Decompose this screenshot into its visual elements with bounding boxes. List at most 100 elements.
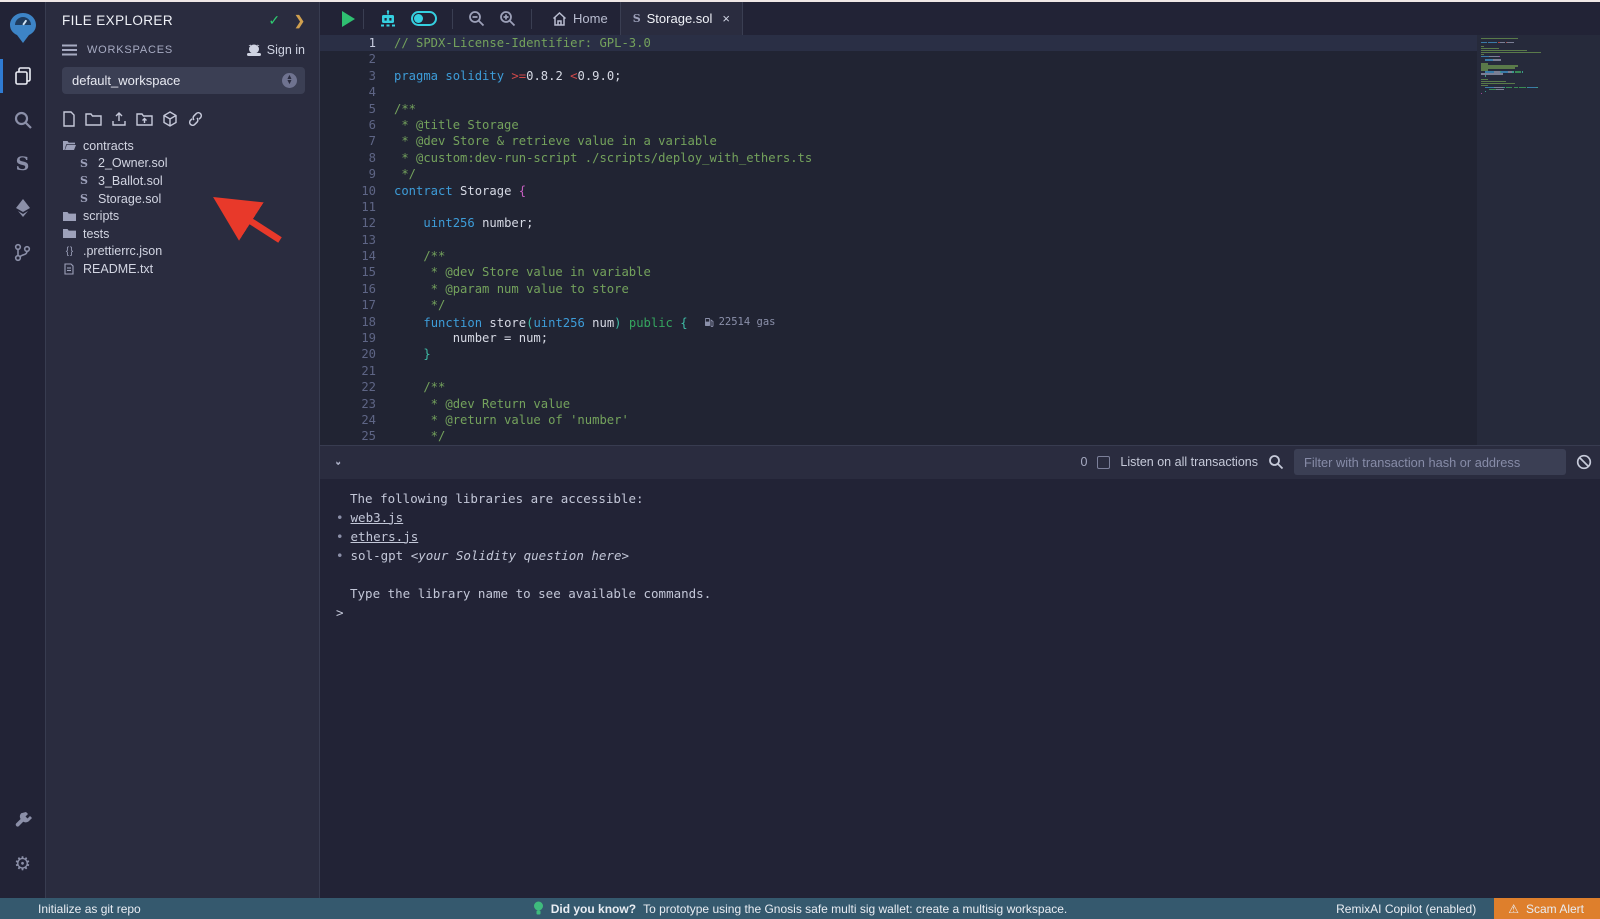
line-number[interactable]: 11 — [320, 199, 376, 215]
code-line-4[interactable]: 4 — [320, 84, 1477, 100]
line-number[interactable]: 19 — [320, 330, 376, 346]
upload-folder-icon[interactable] — [136, 111, 153, 127]
close-tab-icon[interactable]: × — [722, 11, 730, 26]
code-line-7[interactable]: 7 * @dev Store & retrieve value in a var… — [320, 133, 1477, 149]
tab-storage-sol[interactable]: S Storage.sol × — [620, 2, 743, 35]
search-icon[interactable] — [0, 98, 46, 142]
line-number[interactable]: 7 — [320, 133, 376, 149]
library-link[interactable]: web3.js — [351, 510, 404, 525]
tree-item--prettierrc-json[interactable]: { }.prettierrc.json — [46, 243, 319, 261]
code-line-17[interactable]: 17 */ — [320, 297, 1477, 313]
line-number[interactable]: 22 — [320, 379, 376, 395]
code-line-20[interactable]: 20 } — [320, 346, 1477, 362]
scam-alert-button[interactable]: ⚠ Scam Alert — [1494, 898, 1600, 919]
code-line-25[interactable]: 25 */ — [320, 428, 1477, 444]
sign-in-button[interactable]: Sign in — [246, 43, 305, 57]
line-number[interactable]: 9 — [320, 166, 376, 182]
code-line-3[interactable]: 3pragma solidity >=0.8.2 <0.9.0; — [320, 68, 1477, 84]
line-number[interactable]: 4 — [320, 84, 376, 100]
code-line-10[interactable]: 10contract Storage { — [320, 183, 1477, 199]
line-number[interactable]: 24 — [320, 412, 376, 428]
upload-file-icon[interactable] — [111, 111, 127, 127]
tree-item-2-owner-sol[interactable]: S2_Owner.sol — [46, 155, 319, 173]
code-line-11[interactable]: 11 — [320, 199, 1477, 215]
settings-gear-icon[interactable]: ⚙ — [0, 842, 46, 886]
new-folder-icon[interactable] — [85, 111, 102, 127]
library-link[interactable]: ethers.js — [351, 529, 419, 544]
line-number[interactable]: 15 — [320, 264, 376, 280]
workspace-select[interactable]: default_workspace ▲▼ — [62, 67, 305, 94]
line-number[interactable]: 14 — [320, 248, 376, 264]
line-number[interactable]: 1 — [320, 35, 376, 51]
line-number[interactable]: 23 — [320, 396, 376, 412]
line-number[interactable]: 6 — [320, 117, 376, 133]
tree-item-3-ballot-sol[interactable]: S3_Ballot.sol — [46, 172, 319, 190]
code-line-5[interactable]: 5/** — [320, 101, 1477, 117]
code-line-2[interactable]: 2 — [320, 51, 1477, 67]
code-lines[interactable]: 1// SPDX-License-Identifier: GPL-3.023pr… — [320, 35, 1477, 445]
plugin-manager-icon[interactable] — [0, 798, 46, 842]
line-number[interactable]: 21 — [320, 363, 376, 379]
tab-home[interactable]: Home — [540, 2, 620, 35]
line-number[interactable]: 12 — [320, 215, 376, 231]
code-line-8[interactable]: 8 * @custom:dev-run-script ./scripts/dep… — [320, 150, 1477, 166]
deploy-run-icon[interactable] — [0, 186, 46, 230]
line-number[interactable]: 13 — [320, 232, 376, 248]
git-icon[interactable] — [0, 230, 46, 274]
run-script-button[interactable] — [342, 11, 355, 27]
code-editor[interactable]: 1// SPDX-License-Identifier: GPL-3.023pr… — [320, 35, 1600, 445]
line-number[interactable]: 5 — [320, 101, 376, 117]
line-number[interactable]: 18 — [320, 314, 376, 330]
minimap[interactable] — [1477, 35, 1600, 445]
remix-logo-icon[interactable] — [0, 2, 46, 54]
code-line-18[interactable]: 18 function store(uint256 num) public {2… — [320, 314, 1477, 330]
code-line-19[interactable]: 19 number = num; — [320, 330, 1477, 346]
workspace-switch-icon[interactable]: ▲▼ — [282, 73, 297, 88]
code-line-22[interactable]: 22 /** — [320, 379, 1477, 395]
zoom-in-icon[interactable] — [499, 10, 516, 27]
tree-item-readme-txt[interactable]: README.txt — [46, 260, 319, 278]
git-init-button[interactable]: Initialize as git repo — [38, 902, 141, 916]
code-line-9[interactable]: 9 */ — [320, 166, 1477, 182]
code-line-14[interactable]: 14 /** — [320, 248, 1477, 264]
code-line-16[interactable]: 16 * @param num value to store — [320, 281, 1477, 297]
line-number[interactable]: 25 — [320, 428, 376, 444]
code-line-23[interactable]: 23 * @dev Return value — [320, 396, 1477, 412]
code-line-6[interactable]: 6 * @title Storage — [320, 117, 1477, 133]
code-line-1[interactable]: 1// SPDX-License-Identifier: GPL-3.0 — [320, 35, 1477, 51]
chevron-right-icon[interactable]: ❯ — [294, 13, 305, 29]
zoom-out-icon[interactable] — [468, 10, 485, 27]
code-line-15[interactable]: 15 * @dev Store value in variable — [320, 264, 1477, 280]
cube-icon[interactable] — [162, 111, 178, 127]
line-number[interactable]: 17 — [320, 297, 376, 313]
terminal-output[interactable]: The following libraries are accessible:•… — [320, 479, 1600, 899]
line-number[interactable]: 8 — [320, 150, 376, 166]
new-file-icon[interactable] — [62, 111, 76, 127]
code-line-21[interactable]: 21 — [320, 363, 1477, 379]
line-number[interactable]: 2 — [320, 51, 376, 67]
tree-item-scripts[interactable]: scripts — [46, 207, 319, 225]
solidity-compiler-icon[interactable]: S — [0, 142, 46, 186]
tree-item-contracts[interactable]: contracts — [46, 137, 319, 155]
terminal-search-icon[interactable] — [1268, 454, 1284, 470]
ai-robot-icon[interactable] — [379, 10, 397, 28]
code-text: */ — [376, 297, 445, 313]
hamburger-icon[interactable] — [62, 44, 77, 56]
tree-item-storage-sol[interactable]: SStorage.sol — [46, 190, 319, 208]
line-number[interactable]: 10 — [320, 183, 376, 199]
code-line-13[interactable]: 13 — [320, 232, 1477, 248]
line-number[interactable]: 20 — [320, 346, 376, 362]
file-explorer-icon[interactable] — [0, 54, 46, 98]
clear-console-icon[interactable] — [1576, 454, 1592, 470]
listen-checkbox[interactable] — [1097, 456, 1110, 469]
tree-item-tests[interactable]: tests — [46, 225, 319, 243]
copilot-toggle-on[interactable] — [411, 11, 437, 26]
tree-item-label: scripts — [83, 209, 119, 223]
transaction-filter-input[interactable] — [1294, 449, 1566, 475]
code-line-12[interactable]: 12 uint256 number; — [320, 215, 1477, 231]
line-number[interactable]: 3 — [320, 68, 376, 84]
code-line-24[interactable]: 24 * @return value of 'number' — [320, 412, 1477, 428]
collapse-terminal-icon[interactable]: ⌄⌄ — [334, 459, 342, 465]
link-icon[interactable] — [187, 111, 204, 127]
line-number[interactable]: 16 — [320, 281, 376, 297]
